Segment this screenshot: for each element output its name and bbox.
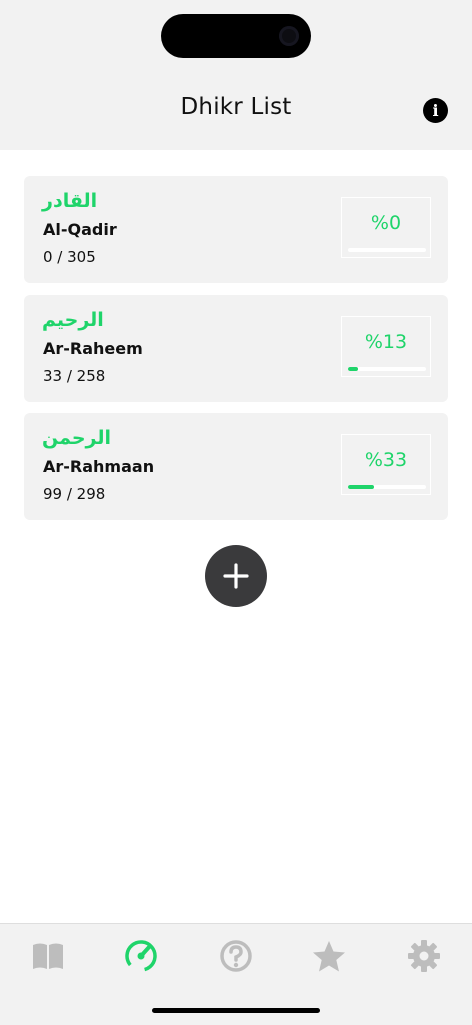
progress-percent: %0 [370, 212, 402, 234]
dhikr-name: Ar-Rahmaan [43, 457, 155, 476]
dhikr-card[interactable]: القادر Al-Qadir 0 / 305 %0 [24, 176, 448, 283]
tab-settings[interactable] [402, 936, 446, 976]
dhikr-card[interactable]: الرحمن Ar-Rahmaan 99 / 298 %33 [24, 413, 448, 520]
progress-box: %13 [341, 316, 431, 377]
dhikr-name: Ar-Raheem [43, 339, 143, 358]
dhikr-name: Al-Qadir [43, 220, 117, 239]
tab-favorites[interactable] [307, 936, 351, 976]
tab-library[interactable] [26, 936, 70, 976]
tab-counter[interactable] [119, 936, 163, 976]
info-icon[interactable]: i [423, 98, 448, 123]
dhikr-count: 0 / 305 [43, 248, 96, 266]
progress-box: %0 [341, 197, 431, 258]
speedometer-icon [125, 940, 157, 972]
question-icon [220, 940, 252, 972]
progress-percent: %13 [364, 331, 408, 353]
progress-box: %33 [341, 434, 431, 495]
gear-icon [408, 940, 440, 972]
dhikr-count: 99 / 298 [43, 485, 106, 503]
dhikr-arabic: الرحمن [42, 427, 111, 449]
progress-track [348, 485, 426, 489]
header: Dhikr List i [0, 0, 472, 150]
camera-icon [279, 26, 299, 46]
star-icon [313, 941, 345, 972]
progress-fill [348, 367, 359, 371]
book-icon [33, 943, 63, 969]
dhikr-card[interactable]: الرحيم Ar-Raheem 33 / 258 %13 [24, 295, 448, 402]
progress-percent: %33 [364, 449, 408, 471]
dhikr-count: 33 / 258 [43, 367, 106, 385]
tab-help[interactable] [214, 936, 258, 976]
dynamic-island [161, 14, 311, 58]
progress-fill [348, 485, 374, 489]
page-title: Dhikr List [180, 94, 292, 120]
progress-track [348, 367, 426, 371]
add-dhikr-button[interactable] [205, 545, 267, 607]
dhikr-arabic: الرحيم [42, 309, 104, 331]
dhikr-arabic: القادر [42, 190, 98, 212]
home-indicator [152, 1008, 320, 1013]
plus-icon [223, 563, 249, 589]
progress-track [348, 248, 426, 252]
